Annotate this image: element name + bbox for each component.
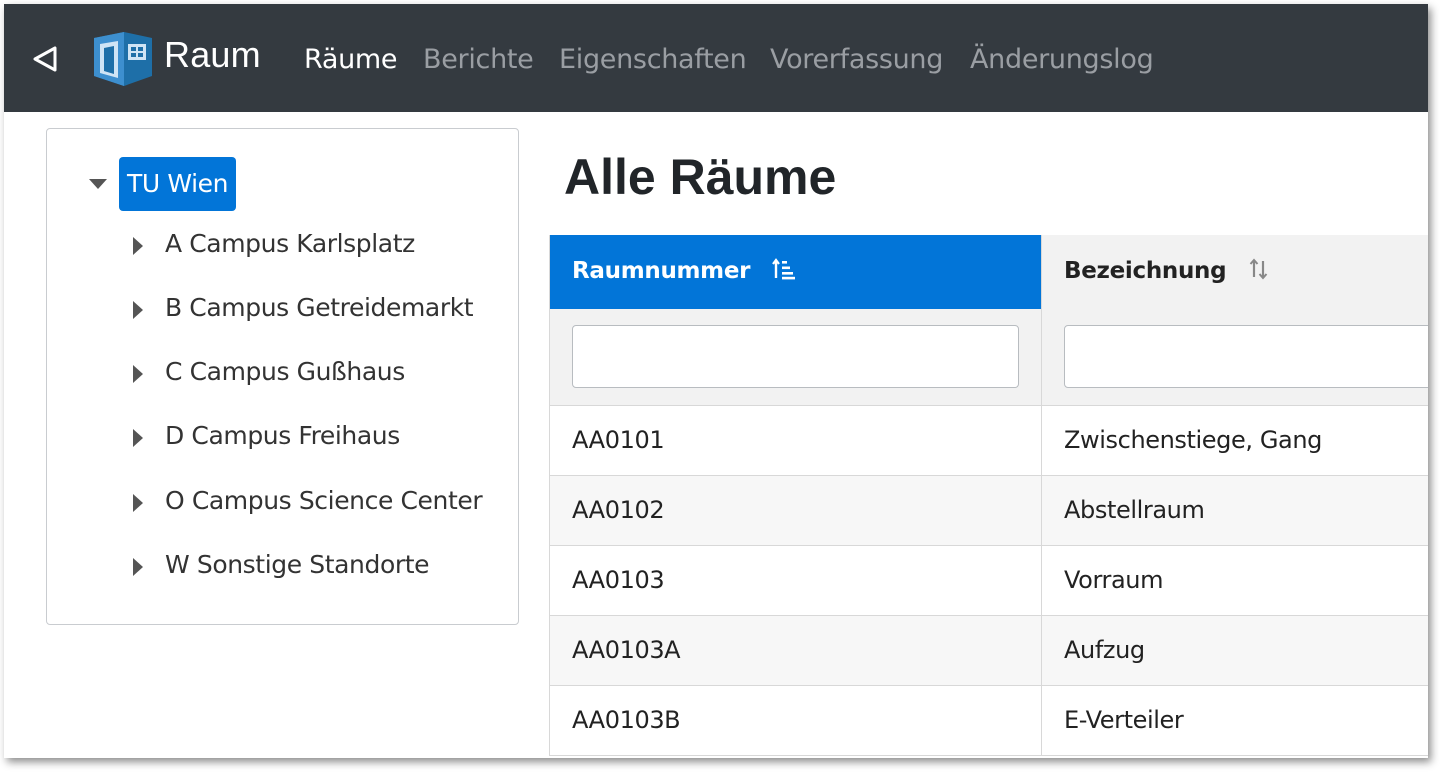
table-row[interactable]: AA0103 Vorraum: [549, 545, 1428, 616]
app-window: Raum Räume Berichte Eigenschaften Vorerf…: [4, 4, 1428, 758]
caret-right-icon[interactable]: [133, 237, 143, 255]
cell-raumnummer: AA0102: [549, 475, 1042, 546]
top-navbar: Raum Räume Berichte Eigenschaften Vorerf…: [4, 4, 1428, 112]
caret-right-icon[interactable]: [133, 494, 143, 512]
cell-raumnummer: AA0103: [549, 545, 1042, 616]
cell-bezeichnung: Abstellraum: [1041, 475, 1428, 546]
cell-bezeichnung: Vorraum: [1041, 545, 1428, 616]
column-header-label: Raumnummer: [572, 258, 751, 284]
cell-bezeichnung: E-Verteiler: [1041, 685, 1428, 756]
back-triangle-icon[interactable]: [30, 44, 60, 74]
caret-right-icon[interactable]: [133, 301, 143, 319]
table-row[interactable]: AA0103A Aufzug: [549, 615, 1428, 686]
column-header-label: Bezeichnung: [1064, 258, 1227, 284]
filter-cell: [549, 309, 1042, 406]
tree-item-label: A Campus Karlsplatz: [165, 229, 415, 258]
nav-link-aenderungslog[interactable]: Änderungslog: [970, 44, 1154, 75]
bezeichnung-filter-input[interactable]: [1064, 325, 1428, 389]
brand-title[interactable]: Raum: [164, 34, 261, 76]
rooms-table: Raumnummer Bezeichnung AA0101 Zwischenst…: [549, 235, 1428, 756]
cell-raumnummer: AA0101: [549, 405, 1042, 476]
location-tree-panel: TU Wien A Campus Karlsplatz B Campus Get…: [46, 128, 519, 625]
table-row[interactable]: AA0103B E-Verteiler: [549, 685, 1428, 756]
tree-item-campus-science-center[interactable]: O Campus Science Center: [129, 484, 509, 524]
filter-cell: [1041, 309, 1428, 406]
nav-link-berichte[interactable]: Berichte: [423, 44, 534, 75]
nav-link-eigenschaften[interactable]: Eigenschaften: [559, 44, 747, 75]
sort-both-icon[interactable]: [1248, 258, 1270, 286]
nav-link-raeume[interactable]: Räume: [304, 44, 398, 75]
table-row[interactable]: AA0101 Zwischenstiege, Gang: [549, 405, 1428, 476]
tree-item-campus-karlsplatz[interactable]: A Campus Karlsplatz: [129, 227, 509, 267]
tree-item-campus-getreidemarkt[interactable]: B Campus Getreidemarkt: [129, 291, 509, 331]
column-header-bezeichnung[interactable]: Bezeichnung: [1041, 235, 1428, 309]
filter-row: [549, 309, 1428, 406]
sort-ascending-icon[interactable]: [772, 258, 796, 286]
page-title: Alle Räume: [564, 149, 837, 205]
table-row[interactable]: AA0102 Abstellraum: [549, 475, 1428, 546]
rooms-table-container: Raumnummer Bezeichnung AA0101 Zwischenst…: [549, 235, 1428, 758]
tree-root-tu-wien[interactable]: TU Wien: [119, 157, 237, 211]
tree-item-label: O Campus Science Center: [165, 486, 483, 515]
caret-down-icon[interactable]: [89, 179, 107, 189]
cell-raumnummer: AA0103B: [549, 685, 1042, 756]
caret-right-icon[interactable]: [133, 558, 143, 576]
table-header-row: Raumnummer Bezeichnung: [549, 235, 1428, 309]
tree-item-label: B Campus Getreidemarkt: [165, 293, 474, 322]
tree-item-label: W Sonstige Standorte: [165, 550, 430, 579]
cell-raumnummer: AA0103A: [549, 615, 1042, 686]
cell-bezeichnung: Zwischenstiege, Gang: [1041, 405, 1428, 476]
tree-item-campus-gusshaus[interactable]: C Campus Gußhaus: [129, 355, 509, 395]
tree-item-label: D Campus Freihaus: [165, 421, 400, 450]
tree-item-sonstige-standorte[interactable]: W Sonstige Standorte: [129, 548, 509, 588]
column-header-raumnummer[interactable]: Raumnummer: [549, 235, 1042, 309]
caret-right-icon[interactable]: [133, 429, 143, 447]
cell-bezeichnung: Aufzug: [1041, 615, 1428, 686]
tree-item-campus-freihaus[interactable]: D Campus Freihaus: [129, 419, 509, 459]
room-door-logo-icon[interactable]: [90, 30, 156, 88]
nav-link-vorerfassung[interactable]: Vorerfassung: [770, 44, 943, 75]
raumnummer-filter-input[interactable]: [572, 325, 1019, 389]
caret-right-icon[interactable]: [133, 365, 143, 383]
tree-item-label: C Campus Gußhaus: [165, 357, 405, 386]
